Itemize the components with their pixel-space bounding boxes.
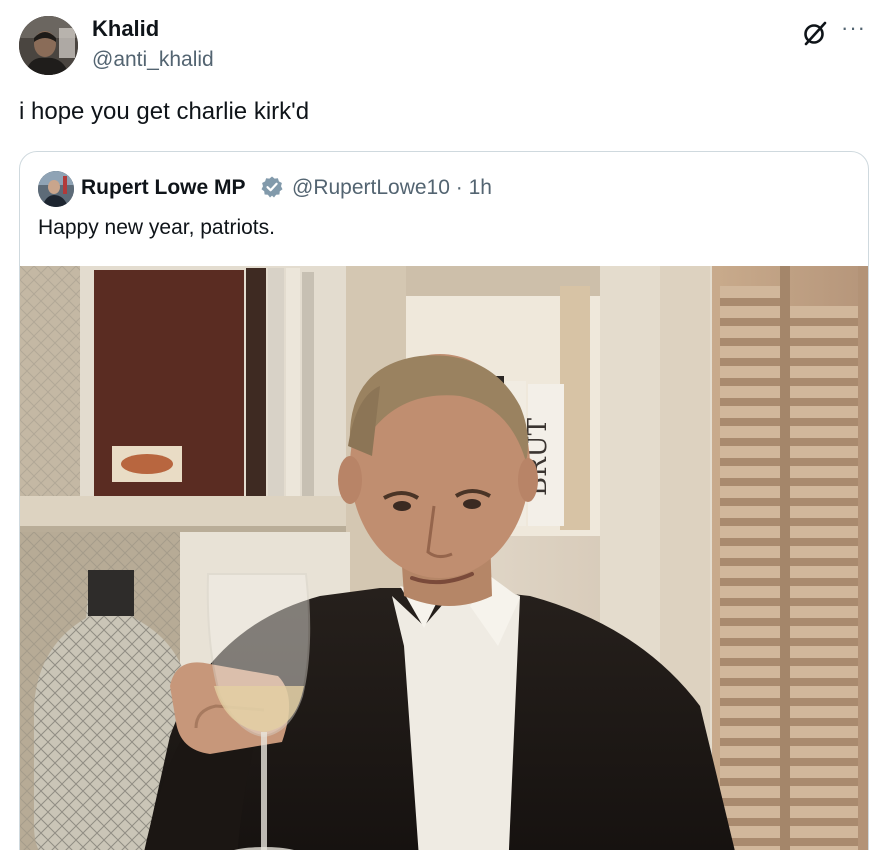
quoted-author-handle[interactable]: @RupertLowe10 [292,176,450,199]
author-handle[interactable]: @anti_khalid [92,48,214,72]
quoted-tweet-photo[interactable]: BRUT [20,266,868,850]
quoted-tweet-text: Happy new year, patriots. [38,216,275,239]
author-avatar[interactable] [19,16,78,75]
quoted-timestamp[interactable]: · 1h [456,176,492,199]
quoted-author-name[interactable]: Rupert Lowe MP [81,176,246,200]
more-options-icon[interactable]: ··· [841,17,871,42]
grok-icon[interactable] [800,18,830,48]
quoted-tweet[interactable]: Rupert Lowe MP @RupertLowe10 · 1h Happy … [19,151,869,850]
quoted-author-meta[interactable]: @RupertLowe10 · 1h [292,176,492,200]
quoted-author-avatar[interactable] [38,171,74,207]
tweet[interactable]: Khalid @anti_khalid ··· i hope you get c… [0,0,888,850]
author-name[interactable]: Khalid [92,16,159,42]
tweet-text: i hope you get charlie kirk'd [19,98,310,125]
verified-badge-icon [260,175,284,199]
